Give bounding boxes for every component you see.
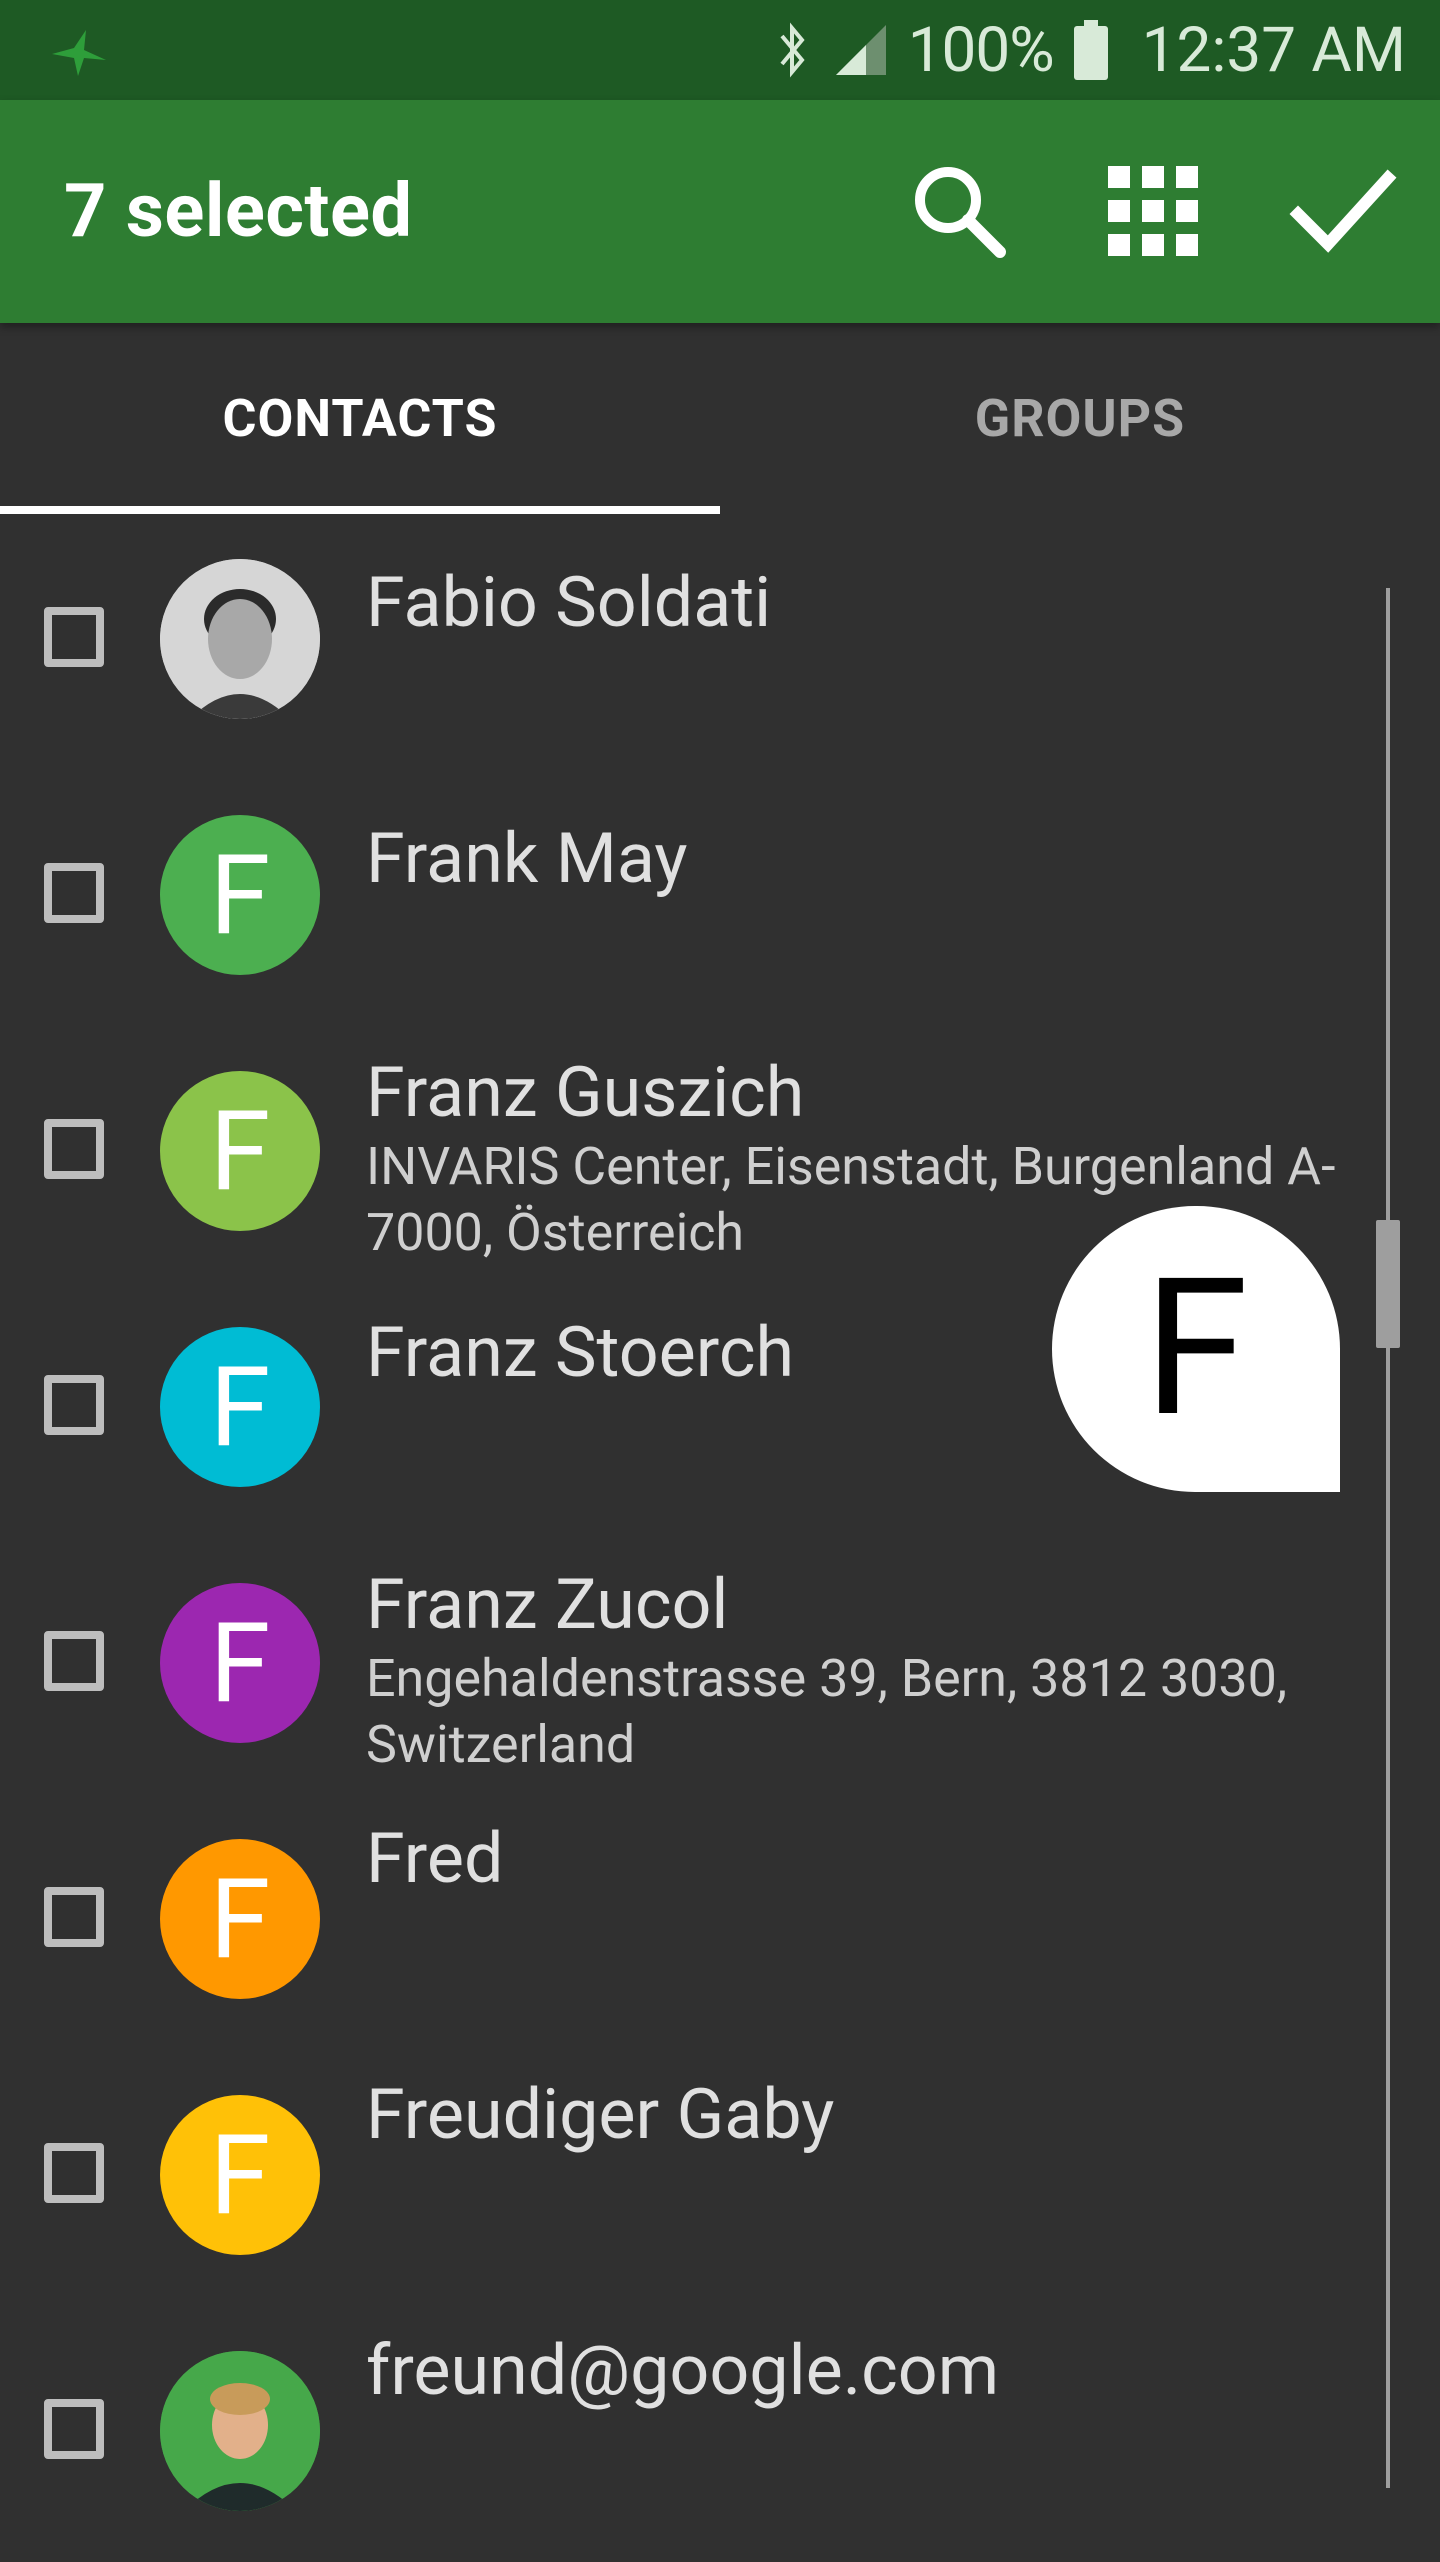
status-bar: 100% 12:37 AM — [0, 0, 1440, 100]
contact-name: Fabio Soldati — [366, 562, 772, 644]
battery-icon — [1073, 20, 1108, 80]
select-checkbox[interactable] — [44, 2143, 104, 2203]
select-checkbox[interactable] — [44, 607, 104, 667]
avatar-photo — [160, 559, 320, 719]
select-checkbox[interactable] — [44, 863, 104, 923]
avatar-photo — [160, 2351, 320, 2511]
clock: 12:37 AM — [1141, 13, 1406, 87]
selection-count-title: 7 selected — [64, 168, 413, 255]
avatar-initial: F — [160, 1327, 320, 1487]
contact-name: Fred — [366, 1818, 504, 1900]
check-icon — [1289, 169, 1397, 253]
contact-name: Franz Stoerch — [366, 1312, 795, 1394]
bluetooth-icon — [780, 22, 805, 78]
person-photo-icon — [160, 559, 320, 719]
select-checkbox[interactable] — [44, 1887, 104, 1947]
list-item[interactable]: F Fred — [0, 1794, 1440, 2050]
tab-indicator — [0, 506, 720, 514]
person-photo-icon — [160, 2351, 320, 2511]
dialpad-button[interactable] — [1098, 156, 1208, 266]
contact-name: Frank May — [366, 818, 688, 900]
list-item[interactable]: F Franz Zucol Engehaldenstrasse 39, Bern… — [0, 1538, 1440, 1794]
avatar-initial: F — [160, 1071, 320, 1231]
avatar-initial: F — [160, 815, 320, 975]
avatar-initial: F — [160, 2095, 320, 2255]
avatar-initial: F — [160, 1839, 320, 1999]
signal-icon — [835, 25, 886, 75]
tab-contacts[interactable]: CONTACTS — [0, 323, 720, 513]
avatar-initial: F — [160, 1583, 320, 1743]
list-item[interactable]: F Freudiger Gaby — [0, 2050, 1440, 2306]
list-item[interactable]: F Frank May — [0, 770, 1440, 1026]
list-item[interactable]: Fabio Soldati — [0, 514, 1440, 770]
contact-name: Franz Guszich — [366, 1052, 805, 1134]
confirm-button[interactable] — [1288, 156, 1398, 266]
contact-email: freund@google.com — [366, 2330, 1000, 2412]
action-bar: 7 selected — [0, 100, 1440, 323]
tab-groups[interactable]: GROUPS — [720, 323, 1440, 513]
select-checkbox[interactable] — [44, 2399, 104, 2459]
dialpad-icon — [1108, 166, 1198, 256]
contact-name: Freudiger Gaby — [366, 2074, 835, 2156]
contact-name: Franz Zucol — [366, 1564, 729, 1646]
section-index-bubble: F — [1052, 1206, 1340, 1492]
contact-list[interactable]: Fabio Soldati F Frank May F Franz Guszic… — [0, 514, 1440, 2560]
search-icon — [915, 167, 1006, 258]
list-item[interactable]: freund@google.com — [0, 2306, 1440, 2562]
select-checkbox[interactable] — [44, 1375, 104, 1435]
hummingbird-icon — [52, 30, 106, 76]
contact-address: Engehaldenstrasse 39, Bern, 3812 3030, S… — [366, 1648, 1288, 1775]
search-button[interactable] — [904, 156, 1014, 266]
fast-scroll-track[interactable] — [1386, 588, 1390, 2488]
battery-percentage: 100% — [907, 13, 1055, 87]
select-checkbox[interactable] — [44, 1119, 104, 1179]
tab-bar: CONTACTS GROUPS — [0, 323, 1440, 513]
fast-scroll-thumb[interactable] — [1376, 1220, 1400, 1348]
select-checkbox[interactable] — [44, 1631, 104, 1691]
